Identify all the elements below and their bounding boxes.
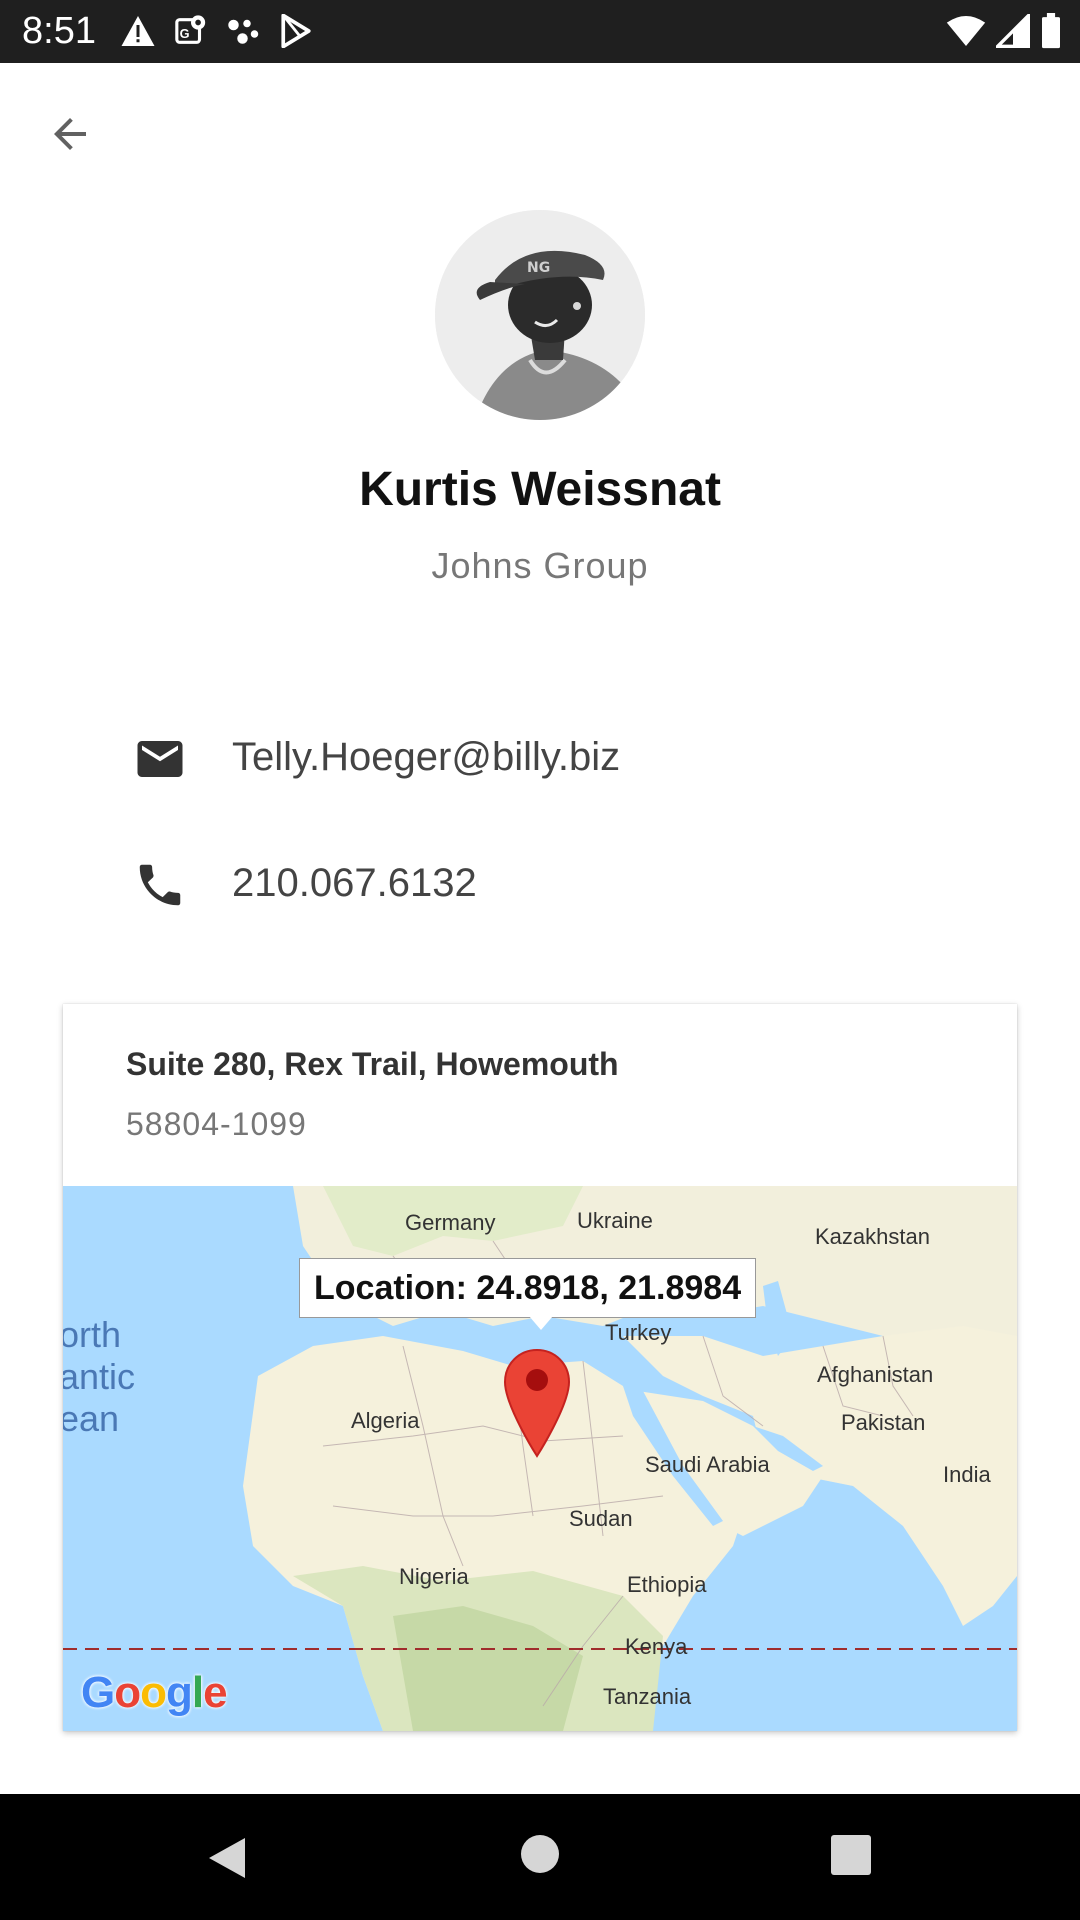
arrow-back-icon	[46, 110, 94, 163]
avatar: NG	[435, 210, 645, 420]
email-text[interactable]: Telly.Hoeger@billy.biz	[232, 732, 620, 782]
ocean-label-line: antic	[63, 1356, 136, 1397]
wifi-icon	[946, 14, 986, 48]
map-label-kazakhstan: Kazakhstan	[815, 1224, 930, 1249]
map-label-algeria: Algeria	[351, 1408, 420, 1433]
phone-text[interactable]: 210.067.6132	[232, 858, 477, 908]
status-system-icons	[946, 10, 1062, 52]
map-label-tanzania: Tanzania	[603, 1684, 692, 1709]
map-marker-icon[interactable]	[503, 1348, 571, 1458]
navigation-bar	[0, 1794, 1080, 1920]
location-map[interactable]: Germany Ukraine Kazakhstan Turkey Afghan…	[63, 1186, 1017, 1731]
nav-home-icon[interactable]	[520, 1834, 560, 1879]
map-label-ethiopia: Ethiopia	[627, 1572, 707, 1597]
nav-recents-icon[interactable]	[830, 1834, 872, 1881]
nav-back-icon[interactable]	[205, 1834, 249, 1887]
battery-icon	[1040, 13, 1062, 49]
status-bar: 8:51 G	[0, 0, 1080, 63]
map-label-nigeria: Nigeria	[399, 1564, 469, 1589]
map-label-ukraine: Ukraine	[577, 1208, 653, 1233]
company-name: Johns Group	[431, 545, 649, 586]
address-card: Suite 280, Rex Trail, Howemouth 58804-10…	[63, 1004, 1017, 1731]
location-tooltip: Location: 24.8918, 21.8984	[299, 1258, 757, 1318]
google-logo: Google	[81, 1668, 228, 1717]
status-notification-icons: G	[120, 10, 312, 52]
assistant-dots-icon	[226, 16, 262, 46]
svg-text:G: G	[180, 26, 190, 41]
svg-text:NG: NG	[527, 260, 550, 276]
map-label-turkey: Turkey	[605, 1320, 672, 1345]
map-label-afghanistan: Afghanistan	[817, 1362, 934, 1387]
map-label-pakistan: Pakistan	[841, 1410, 926, 1435]
email-row[interactable]: Telly.Hoeger@billy.biz	[0, 712, 1080, 802]
map-label-ocean: orth antic ean	[63, 1314, 135, 1440]
email-icon	[133, 732, 187, 786]
play-store-icon	[280, 14, 312, 48]
map-label-sudan: Sudan	[569, 1506, 633, 1531]
status-time: 8:51	[22, 10, 96, 52]
map-label-india: India	[943, 1462, 991, 1487]
map-label-kenya: Kenya	[625, 1634, 688, 1659]
tooltip-arrow	[529, 1316, 553, 1330]
phone-icon	[133, 858, 187, 912]
map-label-germany: Germany	[405, 1210, 496, 1235]
contact-name: Kurtis Weissnat	[359, 463, 721, 516]
warning-icon	[120, 14, 156, 48]
map-label-saudi-arabia: Saudi Arabia	[645, 1452, 770, 1477]
back-button[interactable]	[40, 106, 100, 166]
ocean-label-line: ean	[63, 1398, 120, 1439]
ocean-label-line: orth	[63, 1314, 122, 1355]
cellular-signal-icon	[996, 14, 1030, 48]
address-street: Suite 280, Rex Trail, Howemouth	[126, 1046, 619, 1082]
phone-row[interactable]: 210.067.6132	[0, 838, 1080, 928]
maps-notification-icon: G	[174, 13, 208, 49]
address-zipcode: 58804-1099	[126, 1106, 307, 1142]
